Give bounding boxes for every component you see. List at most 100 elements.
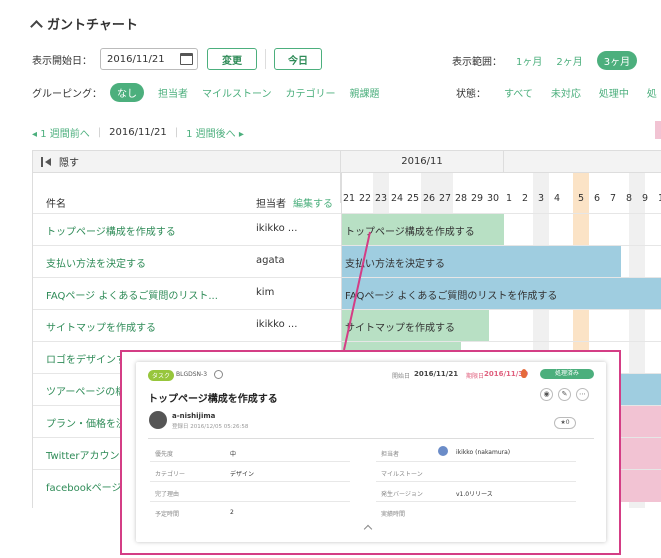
field-label: 予定時間 — [155, 511, 180, 518]
prev-week-link[interactable]: ◂ 1 週間前へ — [32, 125, 90, 140]
field-label: 発生バージョン — [381, 491, 423, 498]
avatar — [438, 446, 448, 456]
field-value: v1.0リリース — [456, 491, 493, 498]
field-label: マイルストーン — [381, 471, 423, 478]
day-label: 22 — [358, 193, 372, 204]
field-row: 発生バージョン v1.0リリース — [376, 482, 576, 502]
day-label: 6 — [593, 193, 601, 204]
start-date-value: 2016/11/21 — [107, 53, 165, 65]
issue-preview-card[interactable]: タスク BLGDSN-3 開始日 2016/11/21 期限日 2016/11/… — [136, 362, 606, 542]
field-row: カテゴリー デザイン — [150, 462, 350, 482]
overdue-fire-icon — [521, 369, 527, 378]
issue-preview-highlight: タスク BLGDSN-3 開始日 2016/11/21 期限日 2016/11/… — [120, 350, 621, 555]
assignee: kim — [256, 287, 275, 298]
day-label: 1 — [653, 191, 661, 207]
collapse-left-icon — [41, 156, 53, 167]
grouping-milestone[interactable]: マイルストーン — [202, 85, 272, 100]
range-label: 表示範囲： — [452, 57, 502, 68]
assignee: agata — [256, 255, 285, 266]
issue-link[interactable]: ロゴをデザインす — [46, 351, 126, 366]
field-row: 実績時間 — [376, 502, 576, 522]
issue-key: BLGDSN-3 — [176, 371, 208, 378]
author-name: a-nishijima — [172, 412, 216, 420]
range-1-month[interactable]: 1ヶ月 — [516, 53, 542, 68]
issue-link[interactable]: FAQページ よくあるご質問のリスト... — [46, 287, 218, 302]
calendar-icon[interactable] — [180, 53, 193, 65]
day-label: 1 — [505, 193, 513, 204]
divider — [265, 49, 266, 69]
issue-link[interactable]: 支払い方法を決定する — [46, 255, 146, 270]
day-label: 7 — [609, 193, 617, 204]
display-range: 表示範囲： 1ヶ月 2ヶ月 3ヶ月 — [452, 51, 638, 70]
chevron-up-icon[interactable] — [363, 524, 373, 534]
field-row: 完了理由 — [150, 482, 350, 502]
grouping-assignee[interactable]: 担当者 — [158, 85, 188, 100]
gantt-section-header[interactable]: ガントチャート — [30, 14, 138, 33]
assignee: ikikko ... — [256, 319, 298, 330]
watch-icon[interactable]: ◉ — [540, 388, 553, 401]
issue-link[interactable]: facebookページ — [46, 479, 121, 494]
hide-label: 隠す — [59, 158, 79, 169]
issue-link[interactable]: ツアーページの構 — [46, 383, 125, 398]
field-label: 実績時間 — [381, 511, 406, 518]
range-2-month[interactable]: 2ヶ月 — [556, 53, 582, 68]
field-value: デザイン — [230, 471, 255, 478]
grouping-parent[interactable]: 親課題 — [350, 85, 380, 100]
day-label: 5 — [577, 193, 585, 204]
next-week-link[interactable]: 1 週間後へ ▸ — [186, 125, 244, 140]
day-label: 2 — [521, 193, 529, 204]
start-date-input[interactable]: 2016/11/21 — [100, 48, 198, 70]
issue-link[interactable]: Twitterアカウン — [46, 447, 120, 462]
edit-icon[interactable]: ✎ — [558, 388, 571, 401]
day-label: 26 — [422, 193, 436, 204]
day-label: 8 — [625, 193, 633, 204]
month-header: 2016/11 — [341, 151, 504, 173]
field-label: 担当者 — [381, 451, 400, 458]
month-header-next — [504, 151, 661, 173]
issue-title: トップページ構成を作成する — [148, 394, 278, 405]
chevron-up-icon — [30, 19, 43, 33]
issue-link[interactable]: トップページ構成を作成する — [46, 223, 176, 238]
edit-columns-link[interactable]: 編集する — [293, 195, 333, 210]
state-more[interactable]: 処 — [647, 85, 657, 100]
status-badge: 処理済み — [540, 369, 594, 379]
issue-link[interactable]: サイトマップを作成する — [46, 319, 156, 334]
more-icon[interactable]: ⋯ — [576, 388, 589, 401]
col-assignee: 担当者 — [256, 199, 286, 210]
hide-columns-toggle[interactable]: 隠す — [33, 151, 341, 173]
star-button[interactable]: ★0 — [554, 417, 576, 429]
day-label: 3 — [537, 193, 545, 204]
state-filter: 状態： すべて 未対応 処理中 処 — [456, 85, 657, 100]
copy-icon[interactable] — [214, 370, 223, 379]
day-label: 9 — [641, 193, 649, 204]
divider — [148, 438, 594, 439]
field-label: 完了理由 — [155, 491, 180, 498]
issue-type-badge: タスク — [148, 370, 175, 381]
range-3-month[interactable]: 3ヶ月 — [596, 51, 638, 70]
assignee: ikikko ... — [256, 223, 298, 234]
field-row: 優先度 中 — [150, 442, 350, 462]
day-label: 27 — [438, 193, 452, 204]
field-value: ikikko (nakamura) — [456, 449, 511, 456]
start-date: 2016/11/21 — [414, 370, 459, 378]
start-date-label: 表示開始日： — [32, 55, 92, 67]
grouping-category[interactable]: カテゴリー — [286, 85, 336, 100]
day-label: 4 — [553, 193, 561, 204]
day-label: 24 — [390, 193, 404, 204]
grouping-none[interactable]: なし — [110, 83, 144, 102]
state-all[interactable]: すべて — [504, 85, 533, 100]
change-button[interactable]: 変更 — [207, 48, 257, 70]
col-subject: 件名 — [46, 199, 66, 210]
day-label: 30 — [486, 193, 500, 204]
start-date-label: 開始日 — [392, 373, 411, 380]
field-row: 予定時間 2 — [150, 502, 350, 522]
field-row: マイルストーン — [376, 462, 576, 482]
current-date: 2016/11/21 — [109, 127, 167, 138]
divider: | — [97, 127, 102, 138]
state-open[interactable]: 未対応 — [551, 85, 581, 100]
issue-link[interactable]: プラン・価格を決 — [46, 415, 126, 430]
state-in-progress[interactable]: 処理中 — [599, 85, 629, 100]
grouping-row: グルーピング： なし 担当者 マイルストーン カテゴリー 親課題 — [32, 83, 380, 102]
divider: | — [174, 127, 179, 138]
today-button[interactable]: 今日 — [274, 48, 322, 70]
